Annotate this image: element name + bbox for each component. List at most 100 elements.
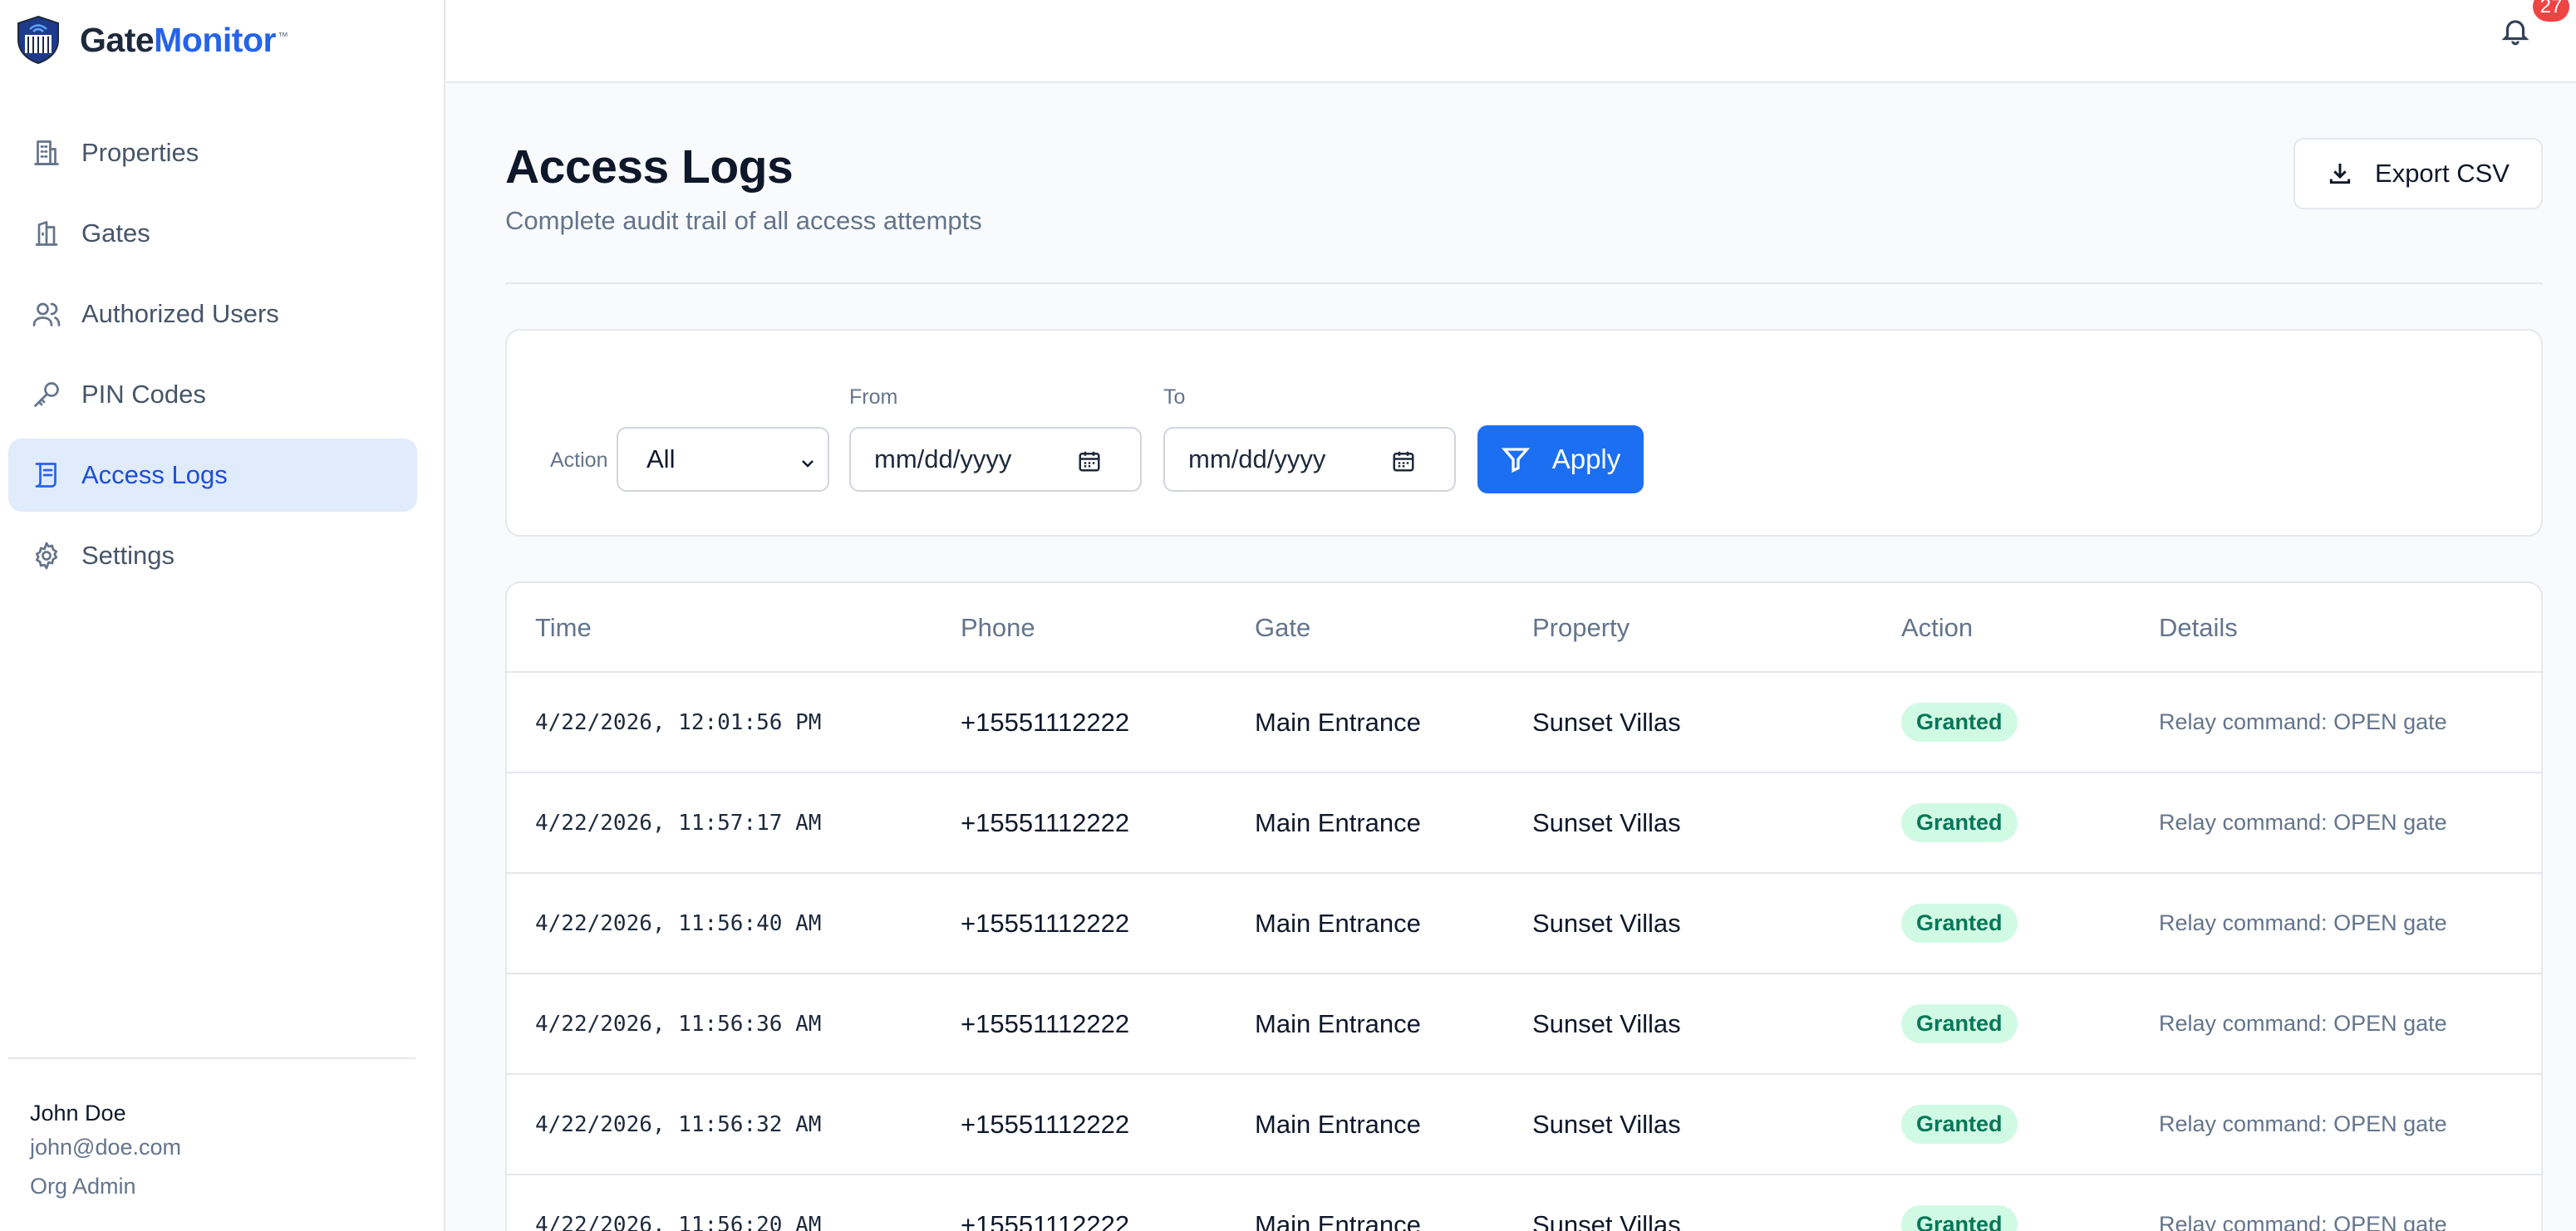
status-badge: Granted [1901,1205,2018,1231]
gate-icon [30,217,63,250]
column-header-time[interactable]: Time [535,613,592,643]
cell-time: 4/22/2026, 11:56:20 AM [535,1212,822,1231]
cell-property: Sunset Villas [1532,1209,1681,1231]
table-row[interactable]: 4/22/2026, 11:56:32 AM +15551112222 Main… [507,1075,2541,1175]
building-icon [30,136,63,169]
download-icon [2329,164,2351,184]
sidebar-item-settings[interactable]: Settings [8,519,417,592]
access-logs-table: Time Phone Gate Property Action Details … [505,581,2543,1231]
key-icon [30,378,63,411]
cell-action: Granted [1901,1175,2018,1231]
sidebar-item-label: Gates [81,218,150,248]
column-header-phone[interactable]: Phone [961,613,1035,643]
status-badge: Granted [1901,1105,2018,1144]
cell-details: Relay command: OPEN gate [2159,1111,2447,1136]
header-divider [505,282,2543,284]
status-badge: Granted [1901,904,2018,943]
user-name: John Doe [30,1101,126,1126]
status-badge: Granted [1901,803,2018,842]
table-row[interactable]: 4/22/2026, 11:56:36 AM +15551112222 Main… [507,974,2541,1075]
sidebar-nav: Properties Gates Authorized Users PIN Co… [8,116,417,600]
cell-phone: +15551112222 [961,707,1130,737]
user-profile[interactable]: John Doe john@doe.com Org Admin [30,1101,181,1199]
sidebar-item-access-logs[interactable]: Access Logs [8,439,417,512]
cell-gate: Main Entrance [1255,1008,1421,1038]
from-date-input[interactable]: mm/dd/yyyy [849,427,1142,492]
page-subtitle: Complete audit trail of all access attem… [505,206,982,235]
calendar-icon[interactable] [1391,449,1416,473]
sidebar-item-label: PIN Codes [81,380,206,409]
sidebar-item-label: Authorized Users [81,299,279,328]
users-icon [30,297,63,331]
cell-details: Relay command: OPEN gate [2159,1011,2447,1036]
cell-property: Sunset Villas [1532,908,1681,938]
shield-logo-icon [15,15,61,65]
cell-action: Granted [1901,673,2018,772]
from-date-placeholder: mm/dd/yyyy [874,444,1012,473]
cell-phone: +15551112222 [961,1008,1130,1038]
cell-time: 4/22/2026, 11:57:17 AM [535,810,822,836]
cell-time: 4/22/2026, 11:56:40 AM [535,910,822,936]
top-bar: 27 [447,0,2576,83]
cell-time: 4/22/2026, 11:56:36 AM [535,1011,822,1037]
user-role: Org Admin [30,1174,136,1199]
column-header-details[interactable]: Details [2159,613,2238,643]
cell-phone: +15551112222 [961,1109,1130,1139]
trademark-mark: ™ [277,30,288,42]
column-header-action[interactable]: Action [1901,613,1973,643]
sidebar: GateMonitor ™ Properties Gates Authorize… [0,0,445,1231]
table-header: Time Phone Gate Property Action Details [507,583,2541,673]
to-date-label: To [1163,385,1186,409]
filter-icon [1501,448,1530,473]
status-badge: Granted [1901,1004,2018,1043]
action-filter-label: Action [550,449,608,472]
gear-icon [30,539,63,572]
from-date-label: From [849,385,898,409]
brand-name-part2: Monitor [154,20,276,59]
page-title: Access Logs [505,140,794,194]
to-date-placeholder: mm/dd/yyyy [1188,444,1326,473]
cell-gate: Main Entrance [1255,908,1421,938]
cell-details: Relay command: OPEN gate [2159,1212,2447,1231]
apply-filters-button[interactable]: Apply [1477,425,1644,493]
export-csv-button[interactable]: Export CSV [2293,138,2543,209]
sidebar-item-properties[interactable]: Properties [8,116,417,189]
calendar-icon[interactable] [1077,449,1102,473]
table-row[interactable]: 4/22/2026, 11:56:20 AM +15551112222 Main… [507,1175,2541,1231]
cell-phone: +15551112222 [961,908,1130,938]
action-select-value: All [646,444,676,473]
cell-phone: +15551112222 [961,807,1130,837]
column-header-gate[interactable]: Gate [1255,613,1310,643]
to-date-input[interactable]: mm/dd/yyyy [1163,427,1456,492]
brand-name: GateMonitor [80,21,276,60]
sidebar-item-gates[interactable]: Gates [8,197,417,270]
table-row[interactable]: 4/22/2026, 12:01:56 PM +15551112222 Main… [507,673,2541,773]
sidebar-item-authorized-users[interactable]: Authorized Users [8,277,417,351]
bell-icon [2501,20,2529,46]
cell-time: 4/22/2026, 11:56:32 AM [535,1111,822,1137]
sidebar-item-label: Access Logs [81,460,228,489]
cell-gate: Main Entrance [1255,1209,1421,1231]
sidebar-item-label: Settings [81,541,175,570]
cell-property: Sunset Villas [1532,707,1681,737]
brand-logo[interactable]: GateMonitor ™ [15,15,288,65]
cell-gate: Main Entrance [1255,707,1421,737]
cell-time: 4/22/2026, 12:01:56 PM [535,709,822,735]
sidebar-divider [8,1057,415,1059]
column-header-property[interactable]: Property [1532,613,1630,643]
table-row[interactable]: 4/22/2026, 11:56:40 AM +15551112222 Main… [507,874,2541,974]
action-select[interactable]: All [617,427,829,492]
cell-property: Sunset Villas [1532,1008,1681,1038]
cell-details: Relay command: OPEN gate [2159,709,2447,734]
cell-details: Relay command: OPEN gate [2159,910,2447,935]
notification-count-badge: 27 [2533,0,2569,22]
filter-bar: Action All From mm/dd/yyyy To mm/dd/yyyy… [505,329,2543,537]
sidebar-item-pin-codes[interactable]: PIN Codes [8,358,417,431]
cell-property: Sunset Villas [1532,1109,1681,1139]
export-csv-label: Export CSV [2375,159,2510,188]
scroll-icon [30,459,63,492]
cell-property: Sunset Villas [1532,807,1681,837]
table-row[interactable]: 4/22/2026, 11:57:17 AM +15551112222 Main… [507,773,2541,874]
notifications-button[interactable] [2500,15,2533,48]
status-badge: Granted [1901,703,2018,742]
